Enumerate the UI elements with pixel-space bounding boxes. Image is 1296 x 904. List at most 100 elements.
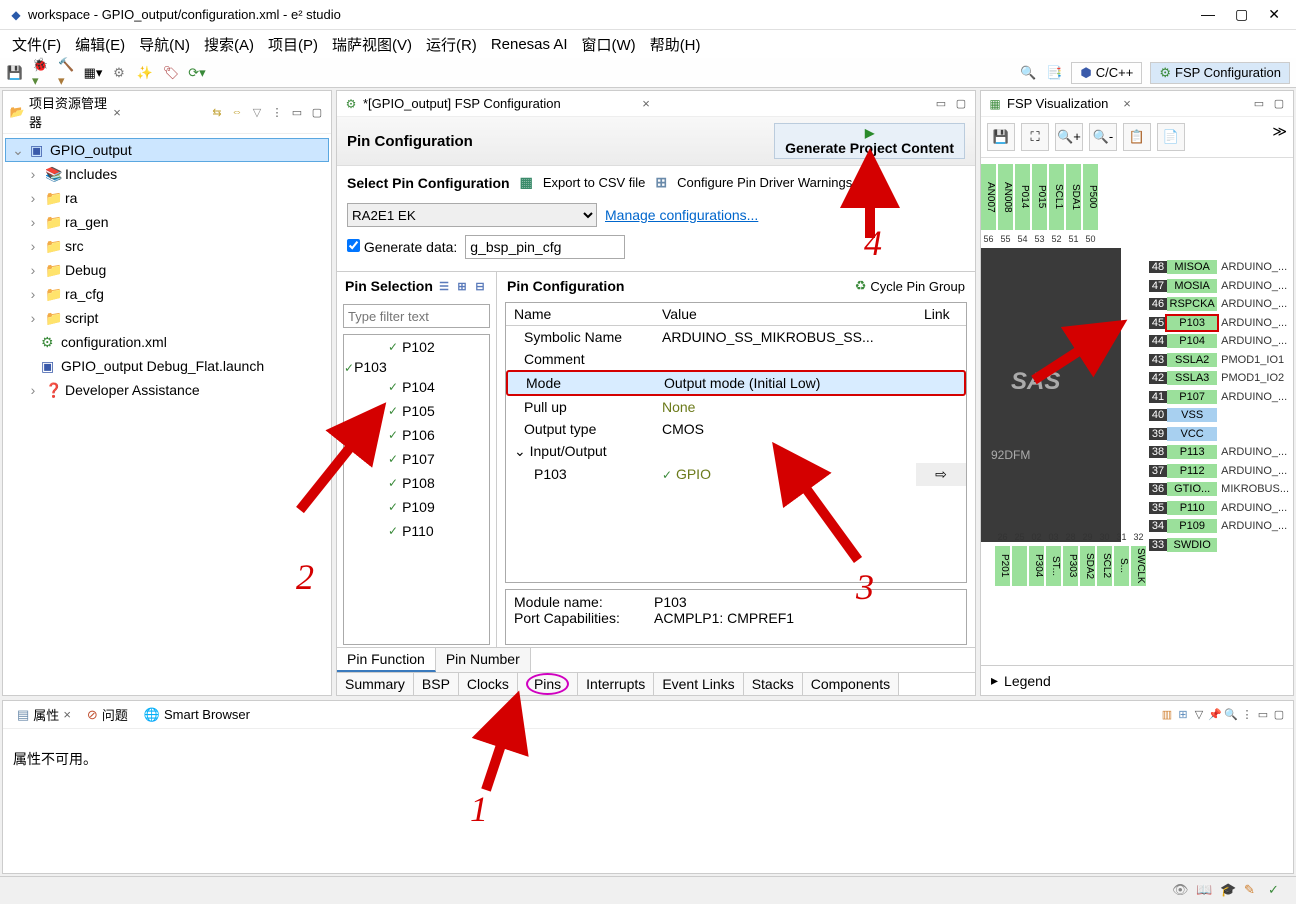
zoom-fit-icon[interactable]: ⛶	[1021, 123, 1049, 151]
board-select[interactable]: RA2E1 EK	[347, 203, 597, 227]
min-icon[interactable]: ▭	[1255, 707, 1271, 723]
tree-root[interactable]: ⌄▣GPIO_output	[5, 138, 329, 162]
chip-pin[interactable]: 03ST...	[1046, 546, 1061, 586]
link-arrow-button[interactable]: ⇨	[916, 463, 966, 486]
chip-pin[interactable]: GROVE2SCL152	[1049, 164, 1064, 230]
chip-pin-row[interactable]: 40VSS	[1149, 406, 1289, 425]
chip-pin[interactable]: 29SDA2	[1080, 546, 1095, 586]
configure-warnings-link[interactable]: Configure Pin Driver Warnings	[677, 175, 852, 190]
chip-pin[interactable]: GROVE2P01553	[1032, 164, 1047, 230]
collapse-icon[interactable]: ⊟	[472, 278, 488, 294]
chip-pin[interactable]: 31S...	[1114, 546, 1129, 586]
menu-help[interactable]: 帮助(H)	[644, 32, 707, 57]
chip-pin-row[interactable]: 33SWDIO	[1149, 536, 1289, 555]
max-icon[interactable]: ▢	[953, 96, 969, 112]
filter-icon[interactable]: ▽	[249, 104, 265, 120]
export-csv-icon[interactable]: ▦	[520, 174, 533, 191]
pin-row[interactable]: ✓P105	[344, 399, 489, 423]
config-tab-title[interactable]: *[GPIO_output] FSP Configuration	[363, 96, 638, 111]
min-icon[interactable]: ▭	[933, 96, 949, 112]
manage-configs-link[interactable]: Manage configurations...	[605, 207, 758, 223]
pin-row[interactable]: ✓P106	[344, 423, 489, 447]
zoom-in-icon[interactable]: 🔍+	[1055, 123, 1083, 151]
tab-summary[interactable]: Summary	[337, 673, 414, 695]
tree-file[interactable]: ⚙configuration.xml	[5, 330, 329, 354]
tab-pins[interactable]: Pins	[518, 673, 578, 695]
chip-pin-row[interactable]: 34P109ARDUINO_...	[1149, 517, 1289, 536]
collapse-icon[interactable]: ⇆	[209, 104, 225, 120]
chip-pin[interactable]: ARDUINAN00855	[998, 164, 1013, 230]
chip-visualization[interactable]: ARDUINAN00756ARDUINAN00855USER_SVP01454G…	[981, 158, 1293, 665]
perspective-fsp[interactable]: ⚙FSP Configuration	[1150, 62, 1290, 84]
quick-access-icon[interactable]: 🔍	[1019, 64, 1037, 82]
sb-icon[interactable]: ✓	[1268, 882, 1286, 900]
menu-window[interactable]: 窗口(W)	[576, 32, 642, 57]
pin-row[interactable]: ✓P102	[344, 335, 489, 359]
chip-pin-row[interactable]: 37P112ARDUINO_...	[1149, 462, 1289, 481]
tab-event-links[interactable]: Event Links	[654, 673, 743, 695]
tab-smart-browser[interactable]: 🌐Smart Browser	[136, 705, 258, 725]
pin-row-selected[interactable]: ✓P103	[344, 359, 489, 375]
tree-item[interactable]: ›❓Developer Assistance	[5, 378, 329, 402]
menu-renesas-view[interactable]: 瑞萨视图(V)	[326, 32, 418, 57]
config-tab-close[interactable]: ×	[642, 96, 650, 111]
perspective-cpp[interactable]: ⬢C/C++	[1071, 62, 1142, 84]
tree-item[interactable]: ›📚Includes	[5, 162, 329, 186]
sb-icon[interactable]: 👁	[1172, 882, 1190, 900]
pin-property-table[interactable]: Name Value Link Symbolic NameARDUINO_SS_…	[505, 302, 967, 583]
vis-close[interactable]: ×	[1123, 96, 1131, 111]
min-icon[interactable]: ▭	[289, 104, 305, 120]
tool-icon[interactable]: ▦▾	[84, 64, 102, 82]
max-icon[interactable]: ▢	[1271, 96, 1287, 112]
pin-list[interactable]: ✓P102 ✓P103 ✓P104 ✓P105 ✓P106 ✓P107 ✓P10…	[343, 334, 490, 645]
tab-clocks[interactable]: Clocks	[459, 673, 518, 695]
explorer-close[interactable]: ×	[113, 105, 121, 120]
link-icon[interactable]: ⇔	[229, 104, 245, 120]
chip-pin[interactable]: 28P303	[1063, 546, 1078, 586]
paste-icon[interactable]: 📄	[1157, 123, 1185, 151]
legend-toggle[interactable]: ▸Legend	[981, 665, 1293, 695]
menu-renesas-ai[interactable]: Renesas AI	[485, 34, 574, 55]
chip-pin-row[interactable]: 47MOSIAARDUINO_...	[1149, 277, 1289, 296]
tab-problems[interactable]: ⊘问题	[79, 703, 136, 726]
mode-row[interactable]: ModeOutput mode (Initial Low)	[506, 370, 966, 396]
menu-search[interactable]: 搜索(A)	[198, 32, 260, 57]
warning-icon[interactable]: ⊞	[655, 174, 667, 191]
chip-pin[interactable]: SDA151	[1066, 164, 1081, 230]
chip-pin-row[interactable]: 45P103ARDUINO_...	[1149, 314, 1289, 333]
tree-icon[interactable]: ⊞	[1175, 707, 1191, 723]
search-icon[interactable]: 🔍	[1223, 707, 1239, 723]
open-persp-icon[interactable]: 📑	[1045, 64, 1063, 82]
tab-properties[interactable]: ▤属性 ×	[9, 703, 79, 726]
pin-row[interactable]: ✓P107	[344, 447, 489, 471]
zoom-out-icon[interactable]: 🔍-	[1089, 123, 1117, 151]
pin-row[interactable]: ✓P109	[344, 495, 489, 519]
minimize-button[interactable]: ―	[1201, 6, 1215, 23]
save-icon[interactable]: 💾	[6, 64, 24, 82]
debug-icon[interactable]: 🐞▾	[32, 64, 50, 82]
tab-pin-function[interactable]: Pin Function	[337, 648, 436, 672]
tree-item[interactable]: ›📁Debug	[5, 258, 329, 282]
chip-pin-row[interactable]: 38P113ARDUINO_...	[1149, 443, 1289, 462]
chip-pin[interactable]: 30SCL2	[1097, 546, 1112, 586]
menu-nav[interactable]: 导航(N)	[133, 32, 196, 57]
chip-pin-row[interactable]: 39VCC	[1149, 425, 1289, 444]
chip-pin[interactable]: 32SWCLK	[1131, 546, 1146, 586]
menu-icon[interactable]: ⋮	[269, 104, 285, 120]
expand-icon[interactable]: ⊞	[454, 278, 470, 294]
tree-item[interactable]: ›📁src	[5, 234, 329, 258]
chip-pin[interactable]: 25	[1012, 546, 1027, 586]
max-icon[interactable]: ▢	[1271, 707, 1287, 723]
tab-interrupts[interactable]: Interrupts	[578, 673, 654, 695]
pin-row[interactable]: ✓P110	[344, 519, 489, 543]
chip-pin-row[interactable]: 43SSLA2PMOD1_IO1	[1149, 351, 1289, 370]
menu-edit[interactable]: 编辑(E)	[69, 32, 131, 57]
min-icon[interactable]: ▭	[1251, 96, 1267, 112]
pin-row[interactable]: ✓P108	[344, 471, 489, 495]
chip-pin[interactable]: ARDUINP50050	[1083, 164, 1098, 230]
list-icon[interactable]: ☰	[436, 278, 452, 294]
chip-pin[interactable]: 02P304	[1029, 546, 1044, 586]
generate-data-checkbox[interactable]: Generate data:	[347, 239, 457, 255]
chip-pin[interactable]: ARDUINAN00756	[981, 164, 996, 230]
chip-pin[interactable]: 26P201	[995, 546, 1010, 586]
